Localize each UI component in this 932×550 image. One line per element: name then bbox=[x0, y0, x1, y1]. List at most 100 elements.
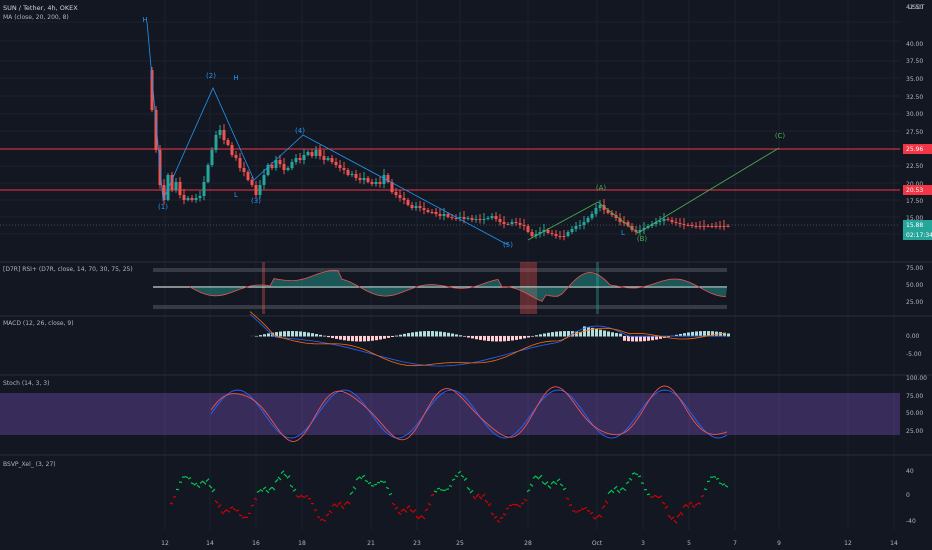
candle-body bbox=[350, 174, 354, 175]
macd-histogram-bar bbox=[367, 336, 370, 342]
bsvp-line bbox=[313, 509, 318, 511]
candle-body bbox=[518, 223, 522, 225]
candle-body bbox=[494, 216, 498, 219]
bsvp-line bbox=[271, 486, 276, 491]
bsvp-line bbox=[568, 504, 573, 507]
rsi-legend[interactable]: [D7R] RSI+ (D7R, close, 14, 70, 30, 75, … bbox=[3, 266, 133, 273]
bsvp-line bbox=[670, 516, 675, 521]
macd-histogram-bar bbox=[555, 331, 558, 337]
macd-histogram-bar bbox=[643, 336, 646, 342]
candle-body bbox=[166, 175, 170, 200]
bsvp-legend[interactable]: BSVP_Xel_ (3, 27) bbox=[3, 461, 56, 468]
candle-body bbox=[354, 174, 358, 178]
wave-label: L bbox=[621, 229, 625, 237]
bsvp-line bbox=[328, 510, 333, 514]
macd-panel bbox=[249, 311, 730, 367]
macd-histogram-bar bbox=[543, 333, 546, 337]
bsvp-line bbox=[361, 474, 366, 478]
candle-body bbox=[490, 216, 494, 218]
candle-body bbox=[598, 205, 602, 208]
macd-histogram-bar bbox=[639, 336, 642, 342]
candle-body bbox=[578, 225, 582, 226]
candle-body bbox=[674, 222, 678, 223]
candle-body bbox=[514, 222, 518, 223]
time-tick-label: 12 bbox=[844, 540, 852, 547]
macd-histogram-bar bbox=[443, 332, 446, 337]
bsvp-line bbox=[334, 503, 339, 508]
wave-label: (3) bbox=[251, 197, 261, 205]
candle-body bbox=[590, 214, 594, 218]
candle-body bbox=[398, 195, 402, 198]
bsvp-line bbox=[673, 519, 678, 524]
time-tick-label: 14 bbox=[206, 540, 214, 547]
bsvp-line bbox=[544, 481, 549, 486]
bsvp-line bbox=[292, 488, 297, 492]
macd-histogram-bar bbox=[315, 333, 318, 337]
bsvp-line bbox=[394, 506, 399, 510]
macd-histogram-bar bbox=[323, 335, 326, 337]
chart-title: SUN / Tether, 4h, OKEX bbox=[3, 4, 78, 12]
bsvp-line bbox=[430, 493, 435, 497]
candle-body bbox=[550, 233, 554, 234]
stoch-legend[interactable]: Stoch (14, 3, 3) bbox=[3, 380, 49, 387]
macd-tick-label: 0.00 bbox=[906, 333, 920, 340]
countdown-label: 02:17:34 bbox=[906, 232, 932, 239]
macd-histogram-bar bbox=[547, 332, 550, 337]
candle-body bbox=[226, 140, 230, 145]
bsvp-line bbox=[211, 488, 216, 493]
candle-body bbox=[314, 150, 318, 156]
bsvp-line bbox=[517, 505, 522, 508]
bsvp-line bbox=[289, 484, 294, 488]
macd-histogram-bar bbox=[471, 336, 474, 339]
macd-legend[interactable]: MACD (12, 26, close, 9) bbox=[3, 320, 74, 327]
macd-histogram-bar bbox=[483, 336, 486, 341]
candle-body bbox=[318, 150, 322, 156]
candle-body bbox=[586, 218, 590, 222]
macd-histogram-bar bbox=[619, 333, 622, 337]
macd-histogram-bar bbox=[259, 335, 262, 337]
candle-body bbox=[294, 158, 298, 162]
macd-histogram-bar bbox=[459, 335, 462, 337]
macd-histogram-bar bbox=[467, 336, 470, 338]
bsvp-line bbox=[541, 481, 546, 485]
bsvp-line bbox=[388, 492, 393, 496]
candle-body bbox=[706, 226, 710, 227]
macd-histogram-bar bbox=[727, 333, 730, 337]
bsvp-line bbox=[316, 516, 321, 519]
bsvp-line bbox=[433, 490, 438, 493]
bsvp-line bbox=[238, 514, 243, 517]
candle-body bbox=[418, 206, 422, 208]
candle-body bbox=[198, 196, 202, 198]
candle-body bbox=[330, 158, 334, 162]
macd-histogram-bar bbox=[307, 332, 310, 337]
macd-histogram-bar bbox=[439, 331, 442, 337]
bsvp-line bbox=[340, 505, 345, 510]
macd-histogram-bar bbox=[347, 336, 350, 341]
bsvp-line bbox=[439, 489, 444, 491]
bsvp-line bbox=[253, 497, 258, 501]
last-price-label: 15.88 bbox=[906, 222, 923, 229]
bsvp-line bbox=[505, 507, 510, 510]
macd-histogram-bar bbox=[563, 331, 566, 337]
macd-histogram-bar bbox=[587, 327, 590, 337]
bsvp-line bbox=[721, 483, 726, 486]
candle-body bbox=[370, 182, 374, 184]
time-tick-label: 14 bbox=[890, 540, 898, 547]
chart-canvas[interactable]: H(2) H(4)(1)L(3)(5)(A)L(B)(C) 42.5040.003… bbox=[0, 0, 932, 550]
candle-body bbox=[258, 185, 262, 195]
macd-histogram-bar bbox=[651, 336, 654, 341]
time-tick-label: 28 bbox=[524, 540, 532, 547]
candle-body bbox=[190, 198, 194, 200]
macd-histogram-bar bbox=[411, 332, 414, 337]
ma-legend[interactable]: MA (close, 20, 200, 8) bbox=[3, 14, 69, 21]
macd-histogram-bar bbox=[507, 336, 510, 341]
macd-histogram-bar bbox=[287, 331, 290, 337]
macd-histogram-bar bbox=[375, 336, 378, 341]
bsvp-line bbox=[403, 509, 408, 513]
candle-body bbox=[662, 219, 666, 221]
level-label-upper: 25.96 bbox=[906, 146, 923, 153]
bsvp-line bbox=[412, 509, 417, 513]
rsi-panel bbox=[153, 262, 727, 314]
bsvp-line bbox=[664, 505, 669, 509]
candle-body bbox=[470, 218, 474, 220]
